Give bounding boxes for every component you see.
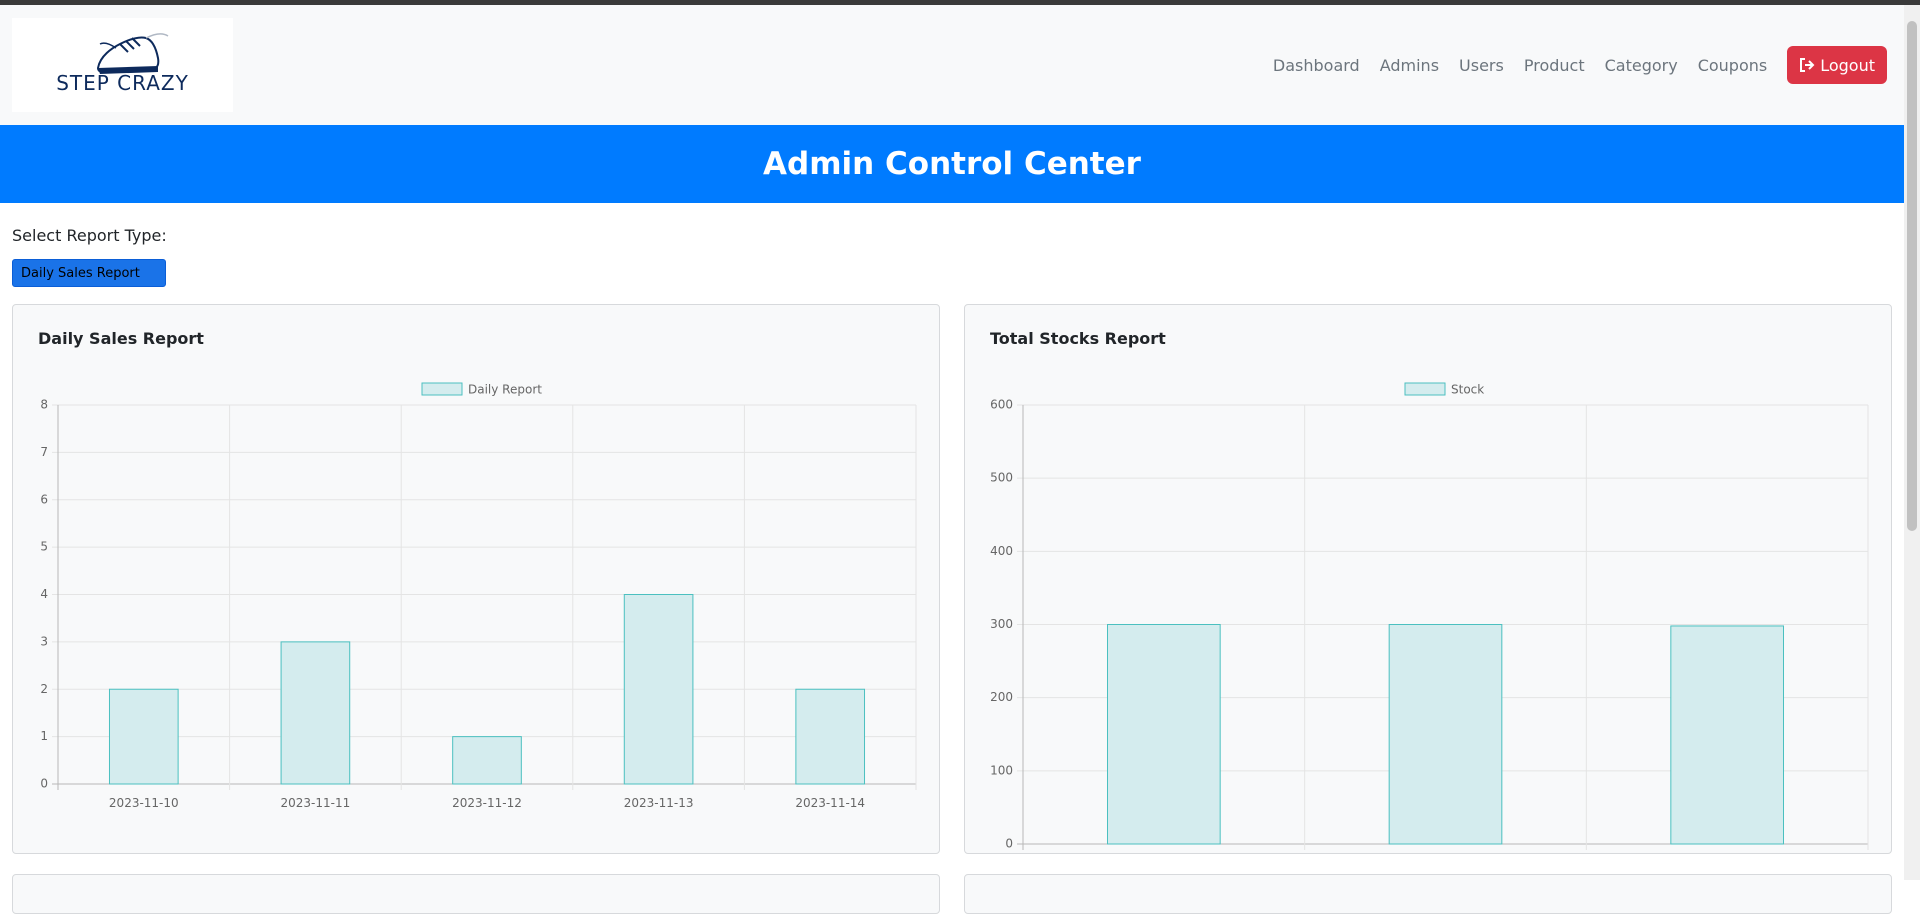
bar: [1107, 624, 1221, 845]
sneaker-icon: [96, 33, 169, 74]
x-tick-label: 2023-11-10: [109, 796, 179, 810]
scrollbar-thumb[interactable]: [1907, 21, 1917, 531]
page-title: Admin Control Center: [763, 146, 1141, 182]
total-stocks-chart: Stock0100200300400500600Air Jordan 1 Ret…: [990, 382, 1869, 851]
logout-button[interactable]: Logout: [1787, 46, 1887, 84]
legend-label: Daily Report: [468, 383, 542, 397]
nav-links: Dashboard Admins Users Product Category …: [1273, 45, 1904, 85]
bar: [280, 641, 351, 785]
x-tick-label: 2023-11-11: [281, 796, 351, 810]
y-tick-label: 0: [1005, 837, 1013, 851]
next-card-left: [12, 874, 940, 914]
y-tick-label: 8: [40, 398, 48, 412]
x-tick-label: 2023-11-12: [452, 796, 522, 810]
bar: [1670, 625, 1784, 845]
nav-coupons-link[interactable]: Coupons: [1698, 56, 1768, 75]
nav-users-link[interactable]: Users: [1459, 56, 1504, 75]
y-tick-label: 300: [990, 617, 1013, 631]
y-tick-label: 1: [40, 729, 48, 743]
navbar: STEP CRAZY Dashboard Admins Users Produc…: [0, 5, 1904, 125]
nav-dashboard-link[interactable]: Dashboard: [1273, 56, 1360, 75]
y-tick-label: 7: [40, 445, 48, 459]
report-type-select[interactable]: Daily Sales Report: [12, 259, 166, 287]
legend-swatch: [421, 382, 463, 396]
total-stocks-card: Total Stocks Report Stock 0 100 200 300 400 50…: [964, 304, 1892, 854]
brand-name: STEP CRAZY: [56, 71, 189, 95]
nav-product-link[interactable]: Product: [1524, 56, 1585, 75]
sign-out-icon: [1800, 58, 1815, 72]
daily-sales-chart: Daily Report 0 1 2 3 4 5 6 7 8 2023-11-10 2023-11-1…: [40, 382, 917, 810]
page-banner: Admin Control Center: [0, 125, 1904, 203]
y-tick-label: 200: [990, 690, 1013, 704]
y-tick-label: 500: [990, 471, 1013, 485]
y-tick-label: 2: [40, 682, 48, 696]
x-tick-label: 2023-11-14: [795, 796, 865, 810]
bar: [452, 736, 522, 785]
nav-admins-link[interactable]: Admins: [1380, 56, 1439, 75]
y-tick-label: 6: [40, 492, 48, 506]
y-tick-label: 4: [40, 587, 48, 601]
nav-category-link[interactable]: Category: [1605, 56, 1678, 75]
y-tick-label: 600: [990, 398, 1013, 412]
y-tick-label: 100: [990, 763, 1013, 777]
legend-label: Stock: [1451, 383, 1484, 397]
report-type-label: Select Report Type:: [12, 226, 167, 245]
y-tick-label: 400: [990, 544, 1013, 558]
next-card-right: [964, 874, 1892, 914]
logout-label: Logout: [1820, 55, 1875, 75]
page-scrollbar[interactable]: [1904, 5, 1920, 880]
bar: [1388, 624, 1503, 845]
daily-sales-card: Daily Sales Report Daily Report 0 1 2 3 4 5 6 7 8…: [12, 304, 940, 854]
bar: [623, 594, 694, 785]
bar: [795, 688, 866, 785]
y-tick-label: 3: [40, 634, 48, 648]
brand-logo[interactable]: STEP CRAZY: [12, 18, 233, 112]
legend-swatch: [1404, 382, 1446, 396]
y-tick-label: 5: [40, 540, 48, 554]
bar: [108, 688, 179, 785]
x-tick-label: 2023-11-13: [624, 796, 694, 810]
y-tick-label: 0: [40, 777, 48, 791]
